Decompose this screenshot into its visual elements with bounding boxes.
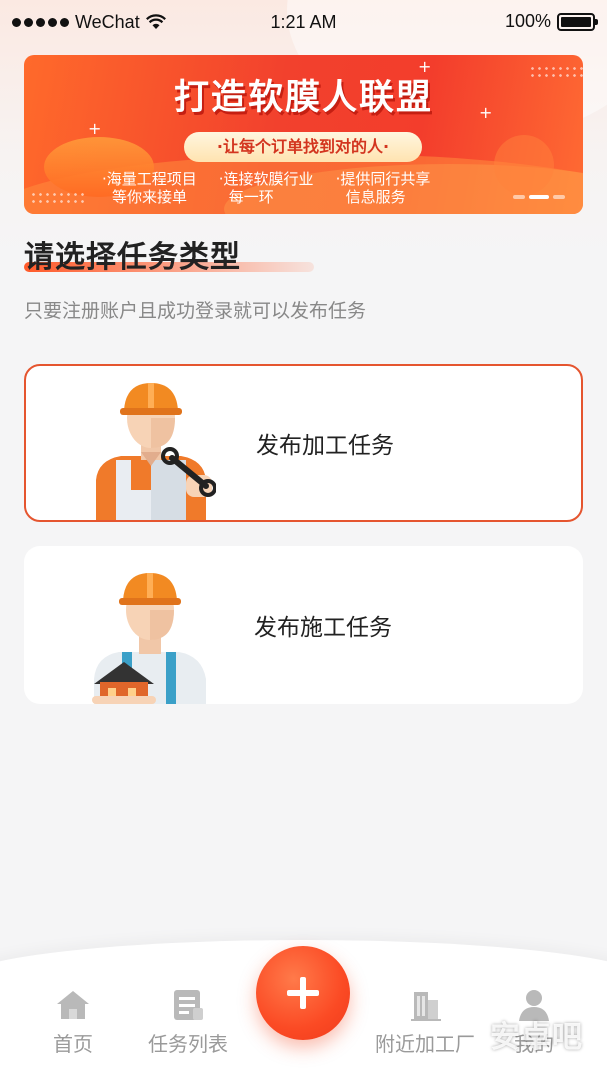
battery-icon xyxy=(557,12,598,31)
watermark: 安卓吧 xyxy=(490,1020,583,1055)
worker-house-icon xyxy=(92,573,206,704)
banner-feature: ·连接软膜行业 每一环 xyxy=(218,170,314,206)
publish-plus-button[interactable] xyxy=(256,946,350,1040)
banner-title: 打造软膜人联盟 xyxy=(173,78,433,118)
task-label: 发布加工任务 xyxy=(256,433,394,459)
banner-features: ·海量工程项目 等你来接单 ·连接软膜行业 每一环 ·提供同行共享 信息服务 xyxy=(102,170,430,206)
decorative-dots xyxy=(30,191,86,207)
nav-label: 附近加工厂 xyxy=(375,1032,475,1056)
banner-page-indicator xyxy=(513,195,565,199)
nav-item-home[interactable]: 首页 xyxy=(18,986,128,1057)
task-label: 发布施工任务 xyxy=(254,615,392,641)
banner-feature: ·提供同行共享 信息服务 xyxy=(335,170,431,206)
bottom-navigation: 首页 任务列表 附近加工厂 我的 xyxy=(0,940,607,1080)
nav-label: 任务列表 xyxy=(148,1032,228,1056)
factory-icon xyxy=(411,992,441,1021)
task-card-processing[interactable]: 发布加工任务 xyxy=(24,364,583,522)
task-list-icon xyxy=(174,990,203,1020)
page-subtitle: 只要注册账户且成功登录就可以发布任务 xyxy=(24,300,367,322)
banner-feature: ·海量工程项目 等你来接单 xyxy=(102,170,197,206)
nav-item-nearby-factory[interactable]: 附近加工厂 xyxy=(370,986,480,1057)
sparkle-icon: + xyxy=(88,119,102,138)
nav-label: 首页 xyxy=(53,1032,93,1056)
promo-banner[interactable]: + + + 打造软膜人联盟 ·让每个订单找到对的人· ·海量工程项目 等你来接单… xyxy=(24,55,583,214)
banner-slogan: ·让每个订单找到对的人· xyxy=(184,132,422,162)
task-card-construction[interactable]: 发布施工任务 xyxy=(24,546,583,704)
home-icon xyxy=(57,991,89,1019)
nav-item-task-list[interactable]: 任务列表 xyxy=(133,986,243,1057)
worker-wrench-icon xyxy=(96,383,216,520)
battery-percent: 100% xyxy=(504,11,551,31)
page-title: 请选择任务类型 xyxy=(24,240,241,275)
status-bar: WeChat 1:21 AM 100% xyxy=(0,0,607,44)
